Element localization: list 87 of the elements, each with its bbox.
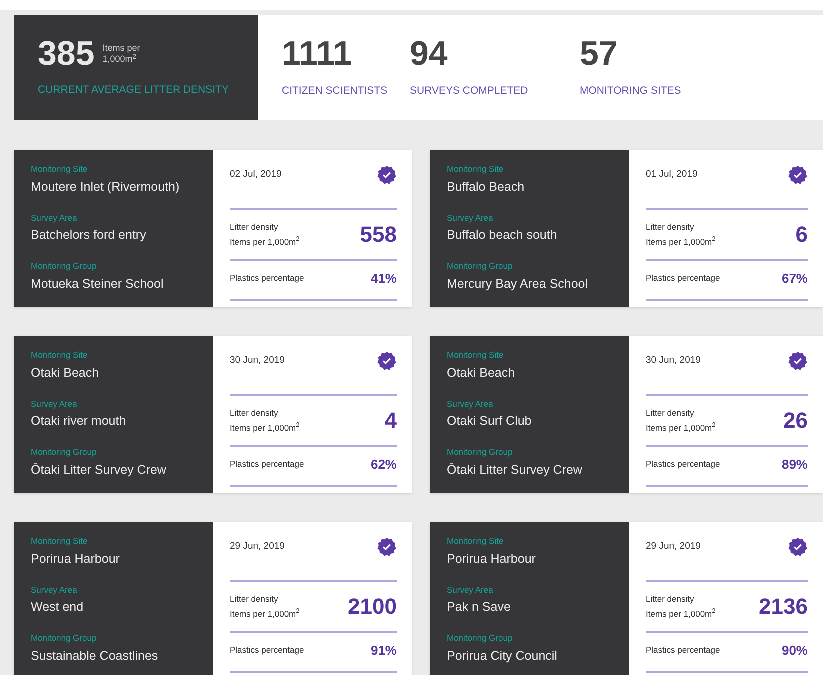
field-label: Survey Area: [447, 212, 494, 224]
litter-density-value: 2136: [759, 593, 808, 621]
stat-label: SURVEYS COMPLETED: [410, 84, 530, 99]
field-value: Porirua City Council: [447, 648, 558, 665]
metric-label: Plastics percentage: [230, 272, 304, 286]
survey-date: 30 Jun, 2019: [230, 354, 285, 368]
field-label: Monitoring Group: [31, 260, 98, 273]
metric-label: Litter density: [646, 220, 696, 234]
field-value: Otaki Surf Club: [447, 413, 533, 430]
field-label: Survey Area: [447, 398, 494, 410]
verified-badge-icon: [788, 537, 808, 557]
stat-value: 1111: [282, 37, 354, 71]
metric-unit: Items per 1,000m$^{2}$: [230, 421, 300, 435]
field-label: Monitoring Group: [447, 260, 514, 273]
survey-date: 29 Jun, 2019: [646, 540, 701, 554]
survey-date: 30 Jun, 2019: [646, 354, 701, 368]
field-label: Survey Area: [31, 212, 78, 224]
field-value: Ōtaki Litter Survey Crew: [31, 462, 168, 479]
litter-density-value: 558: [360, 221, 397, 249]
metric-unit: Items per 1,000m$^{2}$: [230, 607, 300, 621]
field-label: Monitoring Site: [31, 163, 89, 176]
metric-unit: Items per 1,000m$^{2}$: [646, 421, 716, 435]
verified-badge-icon: [788, 165, 808, 185]
stat-value: 94: [410, 37, 449, 71]
metric-label: Plastics percentage: [646, 644, 720, 658]
stat-unit: Items per 1,000m$^{2}$: [102, 43, 142, 65]
field-value: Batchelors ford entry: [31, 227, 148, 244]
field-label: Monitoring Site: [447, 349, 505, 362]
field-label: Monitoring Site: [447, 163, 505, 176]
plastics-percentage-value: 89%: [782, 456, 808, 474]
metric-unit: Items per 1,000m$^{2}$: [646, 235, 716, 249]
field-value: Ōtaki Litter Survey Crew: [447, 462, 584, 479]
stat-label: CURRENT AVERAGE LITTER DENSITY: [38, 83, 230, 98]
field-label: Monitoring Group: [447, 446, 514, 459]
metric-label: Plastics percentage: [646, 272, 720, 286]
survey-date: 02 Jul, 2019: [230, 168, 282, 182]
field-value: Porirua Harbour: [447, 550, 537, 568]
verified-badge-icon: [377, 537, 397, 557]
metric-label: Litter density: [646, 406, 696, 420]
field-value: Otaki river mouth: [31, 413, 128, 430]
field-value: Buffalo beach south: [447, 227, 558, 244]
verified-badge-icon: [377, 351, 397, 371]
stat-value: 57: [580, 37, 619, 71]
field-value: Buffalo Beach: [447, 178, 526, 196]
metric-unit: Items per 1,000m$^{2}$: [646, 607, 716, 621]
stat-value: 385: [38, 37, 95, 71]
field-value: Pak n Save: [447, 599, 512, 616]
verified-badge-icon: [788, 351, 808, 371]
field-value: Otaki Beach: [31, 364, 100, 382]
field-value: Mercury Bay Area School: [447, 276, 590, 293]
litter-density-value: 2100: [348, 593, 397, 621]
litter-density-value: 26: [784, 407, 808, 435]
metric-label: Plastics percentage: [646, 458, 720, 472]
field-value: Motueka Steiner School: [31, 276, 165, 293]
field-label: Monitoring Site: [447, 535, 505, 548]
plastics-percentage-value: 91%: [370, 642, 397, 660]
metric-label: Litter density: [230, 592, 280, 606]
verified-badge-icon: [377, 165, 397, 185]
field-label: Monitoring Group: [31, 632, 98, 645]
field-label: Monitoring Site: [31, 349, 89, 362]
metric-label: Litter density: [230, 220, 280, 234]
field-value: Porirua Harbour: [31, 550, 121, 568]
plastics-percentage-value: 67%: [782, 270, 808, 288]
field-label: Survey Area: [31, 584, 78, 596]
field-value: Otaki Beach: [447, 364, 516, 382]
field-label: Survey Area: [31, 398, 78, 410]
survey-date: 01 Jul, 2019: [646, 168, 698, 182]
plastics-percentage-value: 62%: [370, 456, 397, 474]
field-value: Sustainable Coastlines: [31, 648, 160, 665]
field-value: West end: [31, 599, 85, 616]
plastics-percentage-value: 41%: [370, 270, 397, 288]
metric-label: Plastics percentage: [230, 458, 304, 472]
litter-density-value: 4: [384, 407, 397, 435]
metric-unit: Items per 1,000m$^{2}$: [230, 235, 300, 249]
metric-label: Plastics percentage: [230, 644, 304, 658]
plastics-percentage-value: 90%: [782, 642, 808, 660]
metric-label: Litter density: [646, 592, 696, 606]
field-label: Monitoring Site: [31, 535, 89, 548]
stat-label: MONITORING SITES: [580, 84, 682, 99]
field-label: Monitoring Group: [447, 632, 514, 645]
survey-date: 29 Jun, 2019: [230, 540, 285, 554]
field-label: Monitoring Group: [31, 446, 98, 459]
litter-density-value: 6: [796, 221, 808, 249]
field-value: Moutere Inlet (Rivermouth): [31, 178, 181, 196]
field-label: Survey Area: [447, 584, 494, 596]
stat-label: CITIZEN SCIENTISTS: [282, 84, 389, 99]
metric-label: Litter density: [230, 406, 280, 420]
